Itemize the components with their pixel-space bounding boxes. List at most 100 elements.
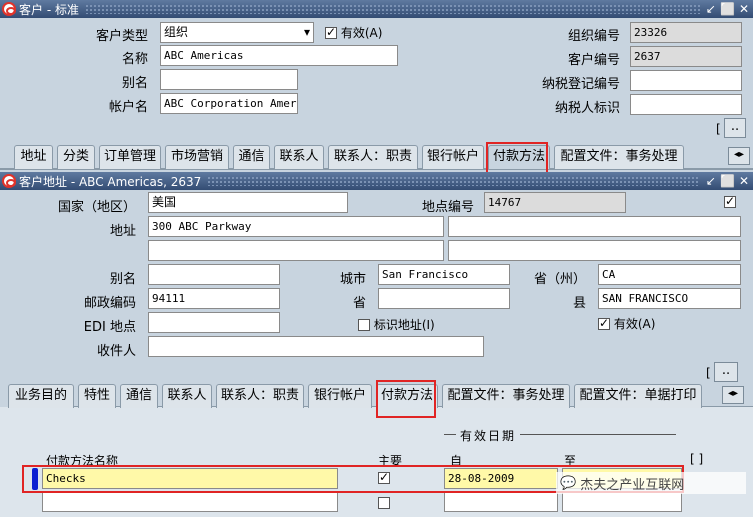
checkbox-flag[interactable] — [724, 194, 736, 209]
edi-site-label: EDI 地点 — [83, 320, 136, 335]
maximize-icon-2[interactable]: ⬜ — [720, 174, 735, 188]
city-field[interactable]: San Francisco — [378, 264, 510, 285]
address-line3-field[interactable] — [148, 240, 444, 261]
site-number-field[interactable]: 14767 — [484, 192, 626, 213]
chevron-down-icon[interactable]: ▾ — [304, 25, 310, 40]
tab-business-purpose[interactable]: 业务目的 — [8, 384, 74, 408]
watermark-text: 杰夫之产业互联网 — [580, 477, 685, 493]
bracket-open-2: [ — [706, 366, 711, 380]
more-button-2[interactable]: .. — [714, 362, 738, 382]
address-window-title: 客户地址 - ABC Americas, 2637 — [19, 174, 202, 189]
tab-bank-accounts[interactable]: 银行帐户 — [422, 145, 484, 169]
taxpayer-id-field[interactable] — [630, 94, 742, 115]
wechat-icon: 💬 — [560, 475, 577, 491]
tab-scroll-icon-2[interactable]: ◂▸ — [722, 386, 744, 404]
identify-address-checkbox[interactable] — [358, 319, 370, 331]
edi-site-field[interactable] — [148, 312, 280, 333]
col-bracket: [ ] — [690, 452, 704, 466]
tab-communication-2[interactable]: 通信 — [120, 384, 158, 408]
taxpayer-id-label: 纳税人标识 — [554, 101, 620, 116]
titlebar-pattern-2 — [207, 176, 700, 186]
payment-method-name-field-2[interactable] — [42, 492, 338, 512]
tab-address[interactable]: 地址 — [14, 145, 53, 169]
tab-communication[interactable]: 通信 — [233, 145, 270, 169]
alias-field-2[interactable] — [148, 264, 280, 285]
alias-field[interactable] — [160, 69, 298, 90]
postal-code-field[interactable]: 94111 — [148, 288, 280, 309]
tax-reg-label: 纳税登记编号 — [541, 77, 620, 92]
more-button[interactable]: .. — [724, 118, 746, 138]
tab-contact-roles-2[interactable]: 联系人：职责 — [216, 384, 304, 408]
state-label: 省 — [352, 296, 366, 311]
address-line2-field[interactable] — [448, 216, 741, 237]
oracle-logo-icon-2 — [2, 174, 16, 188]
active-label: 有效(A) — [340, 26, 383, 40]
tab-profile-transactions-2[interactable]: 配置文件：事务处理 — [442, 384, 570, 408]
customer-type-value: 组织 — [164, 25, 189, 39]
address-active-group[interactable]: 有效(A) — [598, 315, 655, 332]
customer-number-label: 客户编号 — [567, 53, 620, 68]
tab-characteristics[interactable]: 特性 — [78, 384, 116, 408]
tab-scroll-icon[interactable]: ◂▸ — [728, 147, 750, 165]
minimize-icon-2[interactable]: ↙ — [706, 174, 716, 188]
identify-address-group[interactable]: 标识地址(I) — [358, 316, 435, 333]
alias-label: 别名 — [121, 76, 148, 91]
country-label: 国家（地区） — [57, 200, 136, 215]
account-name-field[interactable]: ABC Corporation Amer — [160, 93, 298, 114]
province-field[interactable]: CA — [598, 264, 741, 285]
postal-code-label: 邮政编码 — [83, 296, 136, 311]
from-date-field-2[interactable] — [444, 492, 558, 512]
city-label: 城市 — [339, 272, 366, 287]
county-field[interactable]: SAN FRANCISCO — [598, 288, 741, 309]
state-field[interactable] — [378, 288, 510, 309]
tab-classification[interactable]: 分类 — [57, 145, 95, 169]
highlight-box-tab2 — [376, 380, 436, 418]
oracle-logo-icon — [2, 2, 16, 16]
recipient-field[interactable] — [148, 336, 484, 357]
tab-contact-roles[interactable]: 联系人：职责 — [328, 145, 418, 169]
tax-reg-field[interactable] — [630, 70, 742, 91]
tab-contacts[interactable]: 联系人 — [274, 145, 324, 169]
address-line4-field[interactable] — [448, 240, 741, 261]
identify-address-label: 标识地址(I) — [373, 318, 435, 332]
close-icon[interactable]: ✕ — [739, 2, 749, 16]
site-number-label: 地点编号 — [421, 200, 474, 215]
effective-dates-label: 有效日期 — [456, 427, 521, 444]
recipient-label: 收件人 — [96, 344, 136, 359]
address-active-checkbox[interactable] — [598, 316, 610, 330]
maximize-icon[interactable]: ⬜ — [720, 2, 735, 16]
to-date-field-2[interactable] — [562, 492, 682, 512]
window-title: 客户 - 标准 — [19, 2, 79, 17]
org-number-field[interactable]: 23326 — [630, 22, 742, 43]
close-icon-2[interactable]: ✕ — [739, 174, 749, 188]
tab-marketing[interactable]: 市场营销 — [165, 145, 229, 169]
province-label: 省（州） — [533, 272, 586, 287]
tab-order-management[interactable]: 订单管理 — [99, 145, 161, 169]
customer-type-label: 客户类型 — [95, 29, 148, 44]
county-label: 县 — [572, 296, 586, 311]
tab-bank-accounts-2[interactable]: 银行帐户 — [308, 384, 372, 408]
account-name-label: 帐户名 — [108, 100, 148, 115]
tab-contacts-2[interactable]: 联系人 — [162, 384, 212, 408]
address-window-titlebar: 客户地址 - ABC Americas, 2637 ↙ ⬜ ✕ — [0, 172, 753, 190]
address-active-label: 有效(A) — [613, 317, 656, 331]
alias-label-2: 别名 — [109, 272, 136, 287]
org-number-label: 组织编号 — [567, 29, 620, 44]
address-label: 地址 — [109, 224, 136, 239]
titlebar-pattern — [84, 4, 700, 14]
customer-window-titlebar: 客户 - 标准 ↙ ⬜ ✕ — [0, 0, 753, 18]
country-field[interactable]: 美国 — [148, 192, 348, 213]
watermark: 💬 杰夫之产业互联网 — [556, 472, 746, 494]
name-label: 名称 — [121, 52, 148, 67]
active-checkbox-group[interactable]: 有效(A) — [325, 24, 382, 41]
primary-checkbox-2[interactable] — [378, 496, 390, 510]
customer-number-field[interactable]: 2637 — [630, 46, 742, 67]
bracket-open: [ — [716, 122, 721, 136]
active-checkbox[interactable] — [325, 25, 337, 39]
minimize-icon[interactable]: ↙ — [706, 2, 716, 16]
name-field[interactable]: ABC Americas — [160, 45, 398, 66]
tab-profile-document-print[interactable]: 配置文件：单据打印 — [574, 384, 702, 408]
customer-type-select[interactable]: 组织 ▾ — [160, 22, 314, 43]
address-line1-field[interactable]: 300 ABC Parkway — [148, 216, 444, 237]
tab-profile-transactions[interactable]: 配置文件：事务处理 — [554, 145, 684, 169]
